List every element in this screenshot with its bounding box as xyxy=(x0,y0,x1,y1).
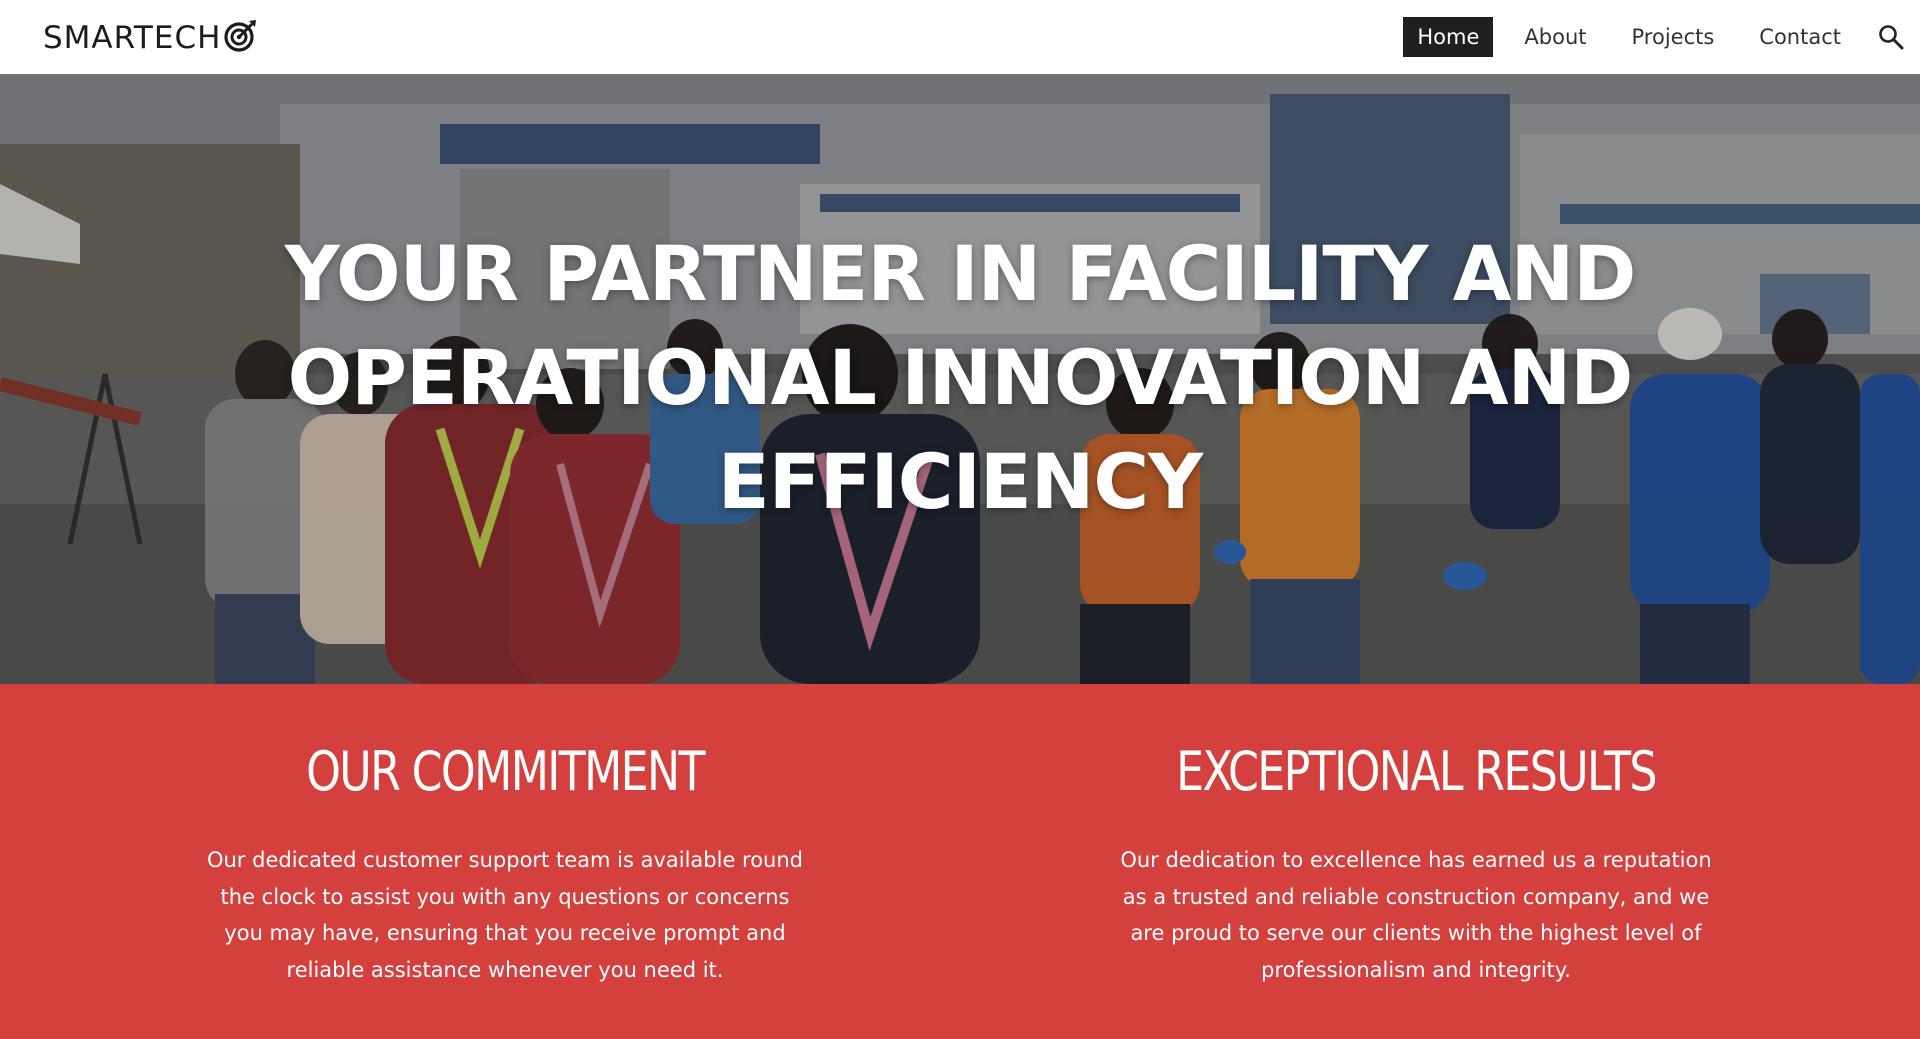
main-nav: Home About Projects Contact xyxy=(1403,0,1920,74)
logo-text: SMARTECH xyxy=(43,20,222,56)
feature-results: EXCEPTIONAL RESULTS Our dedication to ex… xyxy=(1056,684,1776,988)
hero-section: YOUR PARTNER IN FACILITY AND OPERATIONAL… xyxy=(0,74,1920,684)
nav-home[interactable]: Home xyxy=(1403,17,1494,57)
feature-commitment: OUR COMMITMENT Our dedicated customer su… xyxy=(145,684,865,988)
nav-about[interactable]: About xyxy=(1510,17,1600,57)
feature-title: OUR COMMITMENT xyxy=(306,740,705,803)
feature-text: Our dedication to excellence has earned … xyxy=(1120,848,1712,982)
target-icon xyxy=(224,20,257,52)
site-header: SMARTECH Home About Projects Contact xyxy=(0,0,1920,74)
feature-text: Our dedicated customer support team is a… xyxy=(206,848,804,982)
search-icon[interactable] xyxy=(1878,24,1904,50)
site-logo[interactable]: SMARTECH xyxy=(43,18,257,58)
nav-contact[interactable]: Contact xyxy=(1745,17,1855,57)
feature-title: EXCEPTIONAL RESULTS xyxy=(1176,740,1657,803)
hero-title: YOUR PARTNER IN FACILITY AND OPERATIONAL… xyxy=(284,229,1637,526)
nav-projects[interactable]: Projects xyxy=(1618,17,1729,57)
features-section: OUR COMMITMENT Our dedicated customer su… xyxy=(0,684,1920,1039)
